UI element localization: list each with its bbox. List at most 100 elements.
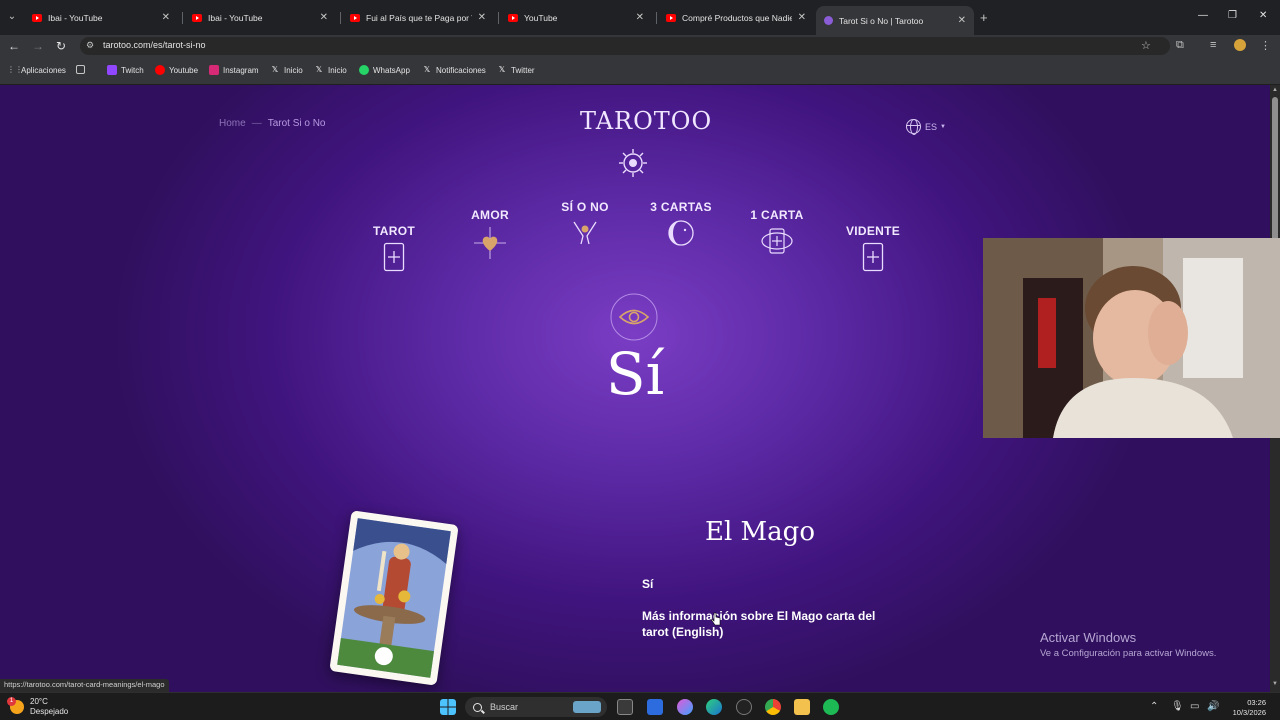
bookmark-label: Inicio [328,65,347,75]
heart-icon [474,227,506,259]
file-explorer-icon[interactable] [794,699,810,715]
weather-widget[interactable]: 1 20°C Despejado [7,697,69,717]
scroll-down-icon[interactable]: ▼ [1272,681,1278,687]
tab-title: Fui al País que te Paga por Visi [366,12,472,23]
close-icon[interactable]: ✕ [162,12,170,23]
tarotoo-icon [824,16,833,25]
eye-icon [610,293,658,341]
bookmark-label: WhatsApp [373,65,410,75]
bookmark-youtube[interactable]: Youtube [155,65,198,75]
bookmark-notificaciones[interactable]: 𝕏 Notificaciones [422,65,486,75]
site-logo[interactable]: TAROTOO [580,107,711,135]
tab-4[interactable]: YouTube ✕ [500,6,652,29]
search-icon [473,702,482,712]
site-info-icon[interactable]: ⚙ [86,40,96,50]
bookmark-twitch[interactable]: Twitch [107,65,144,75]
tab-title: Tarot Si o No | Tarotoo [839,15,924,26]
tab-separator [182,12,183,24]
breadcrumb: Home — Tarot Si o No [219,118,326,129]
spotify-icon[interactable] [823,699,839,715]
tab-title: Ibai - YouTube [48,12,103,23]
edge-icon[interactable] [706,699,722,715]
bookmark-apps[interactable]: ⋮⋮ Aplicaciones [7,65,66,75]
caret-down-icon: ▼ [940,123,946,130]
card-name-title: El Mago [705,517,815,547]
microphone-icon[interactable]: 🎙 [1171,701,1184,712]
breadcrumb-home-link[interactable]: Home [219,118,246,129]
windows-activation-watermark: Activar Windows Ve a Configuración para … [1040,630,1216,659]
search-placeholder: Buscar [490,702,519,712]
bookmark-label: Twitch [121,65,144,75]
close-icon[interactable]: ✕ [320,12,328,23]
bookmark-grid[interactable] [76,65,89,74]
menu-1-carta[interactable]: 1 CARTA [737,208,817,256]
bookmark-whatsapp[interactable]: WhatsApp [359,65,410,75]
forward-button[interactable]: → [32,39,44,53]
bookmarks-bar: ⋮⋮ Aplicaciones Twitch Youtube Instagram… [0,57,1280,85]
clock-date: 10/3/2026 [1232,708,1266,717]
card-more-info-link[interactable]: Más información sobre El Mago carta del … [642,608,892,640]
tab-5[interactable]: Compré Productos que Nadie C ✕ [658,6,814,29]
language-selector[interactable]: ES ▼ [906,119,946,135]
menu-label: 1 CARTA [750,208,804,222]
tray-chevron-icon[interactable]: ⌃ [1150,701,1158,712]
tab-separator [340,12,341,24]
youtube-icon [192,13,202,22]
hand-cursor-icon [711,612,721,626]
network-icon[interactable]: ▭ [1190,701,1199,712]
instagram-icon [209,65,219,75]
app-icon[interactable] [736,699,752,715]
menu-vidente[interactable]: VIDENTE [833,224,913,272]
menu-kebab-icon[interactable]: ⋮ [1260,39,1271,52]
menu-si-o-no[interactable]: SÍ O NO [545,200,625,248]
address-bar[interactable]: ⚙ tarotoo.com/es/tarot-si-no ☆ [80,37,1170,55]
bookmark-label: Notificaciones [436,65,486,75]
close-icon[interactable]: ✕ [478,12,486,23]
scroll-up-icon[interactable]: ▲ [1272,87,1278,93]
scrollbar-thumb[interactable] [1272,97,1278,247]
tab-1[interactable]: Ibai - YouTube ✕ [24,6,178,29]
menu-label: VIDENTE [845,224,901,238]
apps-grid-icon: ⋮⋮ [7,65,23,74]
menu-amor[interactable]: AMOR [450,208,530,260]
minimize-button[interactable]: — [1198,10,1208,21]
new-tab-button[interactable]: + [980,10,988,25]
tab-6-active[interactable]: Tarot Si o No | Tarotoo ✕ [816,6,974,35]
back-button[interactable]: ← [8,39,20,53]
media-control-icon[interactable]: ≡ [1210,39,1216,51]
tab-2[interactable]: Ibai - YouTube ✕ [184,6,336,29]
extensions-icon[interactable]: ⧉ [1176,39,1184,52]
menu-tarot[interactable]: TAROT [354,224,434,272]
taskbar-clock[interactable]: 03:26 10/3/2026 [1224,698,1266,718]
close-icon[interactable]: ✕ [798,12,806,23]
chrome-icon[interactable] [765,699,781,715]
bookmark-star-icon[interactable]: ☆ [1141,39,1151,52]
menu-3-cartas[interactable]: 3 CARTAS [641,200,721,248]
close-window-button[interactable]: ✕ [1259,10,1267,21]
hands-icon [573,221,597,245]
profile-avatar[interactable] [1234,39,1246,54]
outlook-icon[interactable] [647,699,663,715]
bookmark-instagram[interactable]: Instagram [209,65,259,75]
youtube-icon [155,65,165,75]
bookmark-twitter[interactable]: 𝕏 Twitter [497,65,535,75]
bookmark-x-inicio-2[interactable]: 𝕏 Inicio [314,65,347,75]
windows-start-icon[interactable] [440,699,456,715]
weather-desc: Despejado [30,707,69,716]
watermark-subtitle: Ve a Configuración para activar Windows. [1040,648,1217,659]
volume-icon[interactable]: 🔊 [1207,701,1219,712]
tab-title: Ibai - YouTube [208,12,263,23]
tab-3[interactable]: Fui al País que te Paga por Visi ✕ [342,6,494,29]
windows-taskbar: 1 20°C Despejado Buscar ⌃ 🎙 ▭ 🔊 03:26 10… [0,692,1280,720]
restore-button[interactable]: ❐ [1228,10,1237,21]
close-icon[interactable]: ✕ [958,15,966,26]
tab-search-button[interactable]: ⌄ [4,9,20,25]
reload-button[interactable]: ↻ [56,39,66,53]
close-icon[interactable]: ✕ [636,12,644,23]
bookmark-x-inicio-1[interactable]: 𝕏 Inicio [270,65,303,75]
tarot-card-el-mago[interactable] [329,510,459,686]
search-highlight-image [573,701,601,713]
taskbar-search[interactable]: Buscar [465,697,607,717]
task-view-icon[interactable] [617,699,633,715]
copilot-icon[interactable] [677,699,693,715]
